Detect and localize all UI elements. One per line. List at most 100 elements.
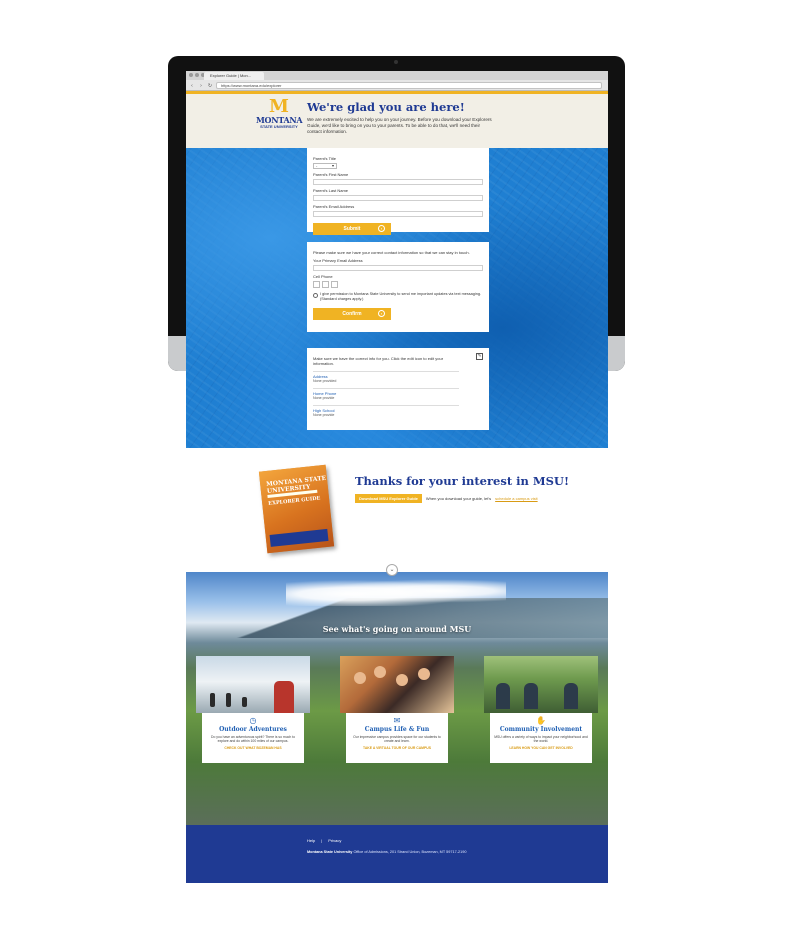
webcam: [394, 60, 398, 64]
explorer-guide-cover: MONTANA STATE UNIVERSITY EXPLORER GUIDE: [258, 464, 335, 554]
confirm-button[interactable]: Confirm ›: [313, 308, 391, 320]
download-row: Download MSU Explorer Guide When you dow…: [355, 494, 538, 503]
privacy-link[interactable]: Privacy: [328, 838, 341, 843]
footer-address: Montana State University Office of Admis…: [307, 850, 466, 854]
page-title: We're glad you are here!: [307, 100, 465, 114]
url-row: ‹ › ↻ https://www.montana.edu/explorer: [186, 81, 608, 90]
tile-link[interactable]: LEARN HOW YOU CAN GET INVOLVED: [494, 746, 588, 750]
hiker-figure: [274, 681, 294, 713]
confirm-label: Confirm: [342, 311, 362, 317]
scroll-down-icon[interactable]: ⌄: [386, 564, 398, 576]
ski-photo: [196, 656, 310, 713]
help-link[interactable]: Help: [307, 838, 315, 843]
monitor-chin-left: [168, 336, 186, 371]
parent-last-name-input[interactable]: [313, 195, 483, 201]
parent-email-label: Parent's Email Address: [313, 204, 355, 209]
person-figure: [524, 683, 538, 709]
info-intro: Make sure we have the correct info for y…: [313, 356, 444, 366]
tile-title: Campus Life & Fun: [364, 726, 430, 733]
community-photo: [484, 656, 598, 713]
arrow-right-icon: ›: [378, 225, 385, 232]
logo-mark: M: [269, 96, 289, 117]
stage: Explorer Guide | Mon... ‹ › ↻ https://ww…: [0, 0, 800, 947]
footer-divider: |: [321, 838, 323, 843]
parent-title-value: -: [316, 163, 318, 168]
submit-button[interactable]: Submit ›: [313, 223, 391, 235]
clouds-image: [286, 576, 506, 606]
student-face: [418, 668, 430, 680]
msu-logo[interactable]: M MONTANA STATE UNIVERSITY: [256, 96, 303, 130]
welcome-block: We're glad you are here! We are extremel…: [307, 100, 492, 135]
campus-heading: See what's going on around MSU: [322, 624, 472, 634]
skier-figure: [242, 697, 247, 707]
tile-community-involvement[interactable]: ✋ Community Involvement MSU offers a var…: [484, 656, 598, 763]
back-button[interactable]: ‹: [189, 83, 195, 89]
parent-first-label: Parent's First Name: [313, 172, 349, 177]
tile-body: ✉ Campus Life & Fun Our impressive campu…: [346, 713, 448, 763]
download-guide-button[interactable]: Download MSU Explorer Guide: [355, 494, 422, 503]
parent-first-name-input[interactable]: [313, 179, 483, 185]
student-face: [396, 674, 408, 686]
sms-consent[interactable]: I give permission to Montana State Unive…: [313, 292, 483, 302]
tile-campus-life[interactable]: ✉ Campus Life & Fun Our impressive campu…: [340, 656, 454, 763]
logo-sub: STATE UNIVERSITY: [260, 124, 298, 129]
parent-last-label: Parent's Last Name: [313, 188, 349, 193]
submit-label: Submit: [343, 226, 361, 232]
primary-email-input[interactable]: [313, 265, 483, 271]
info-item-home-phone: Home Phone None provide: [313, 388, 459, 400]
students-photo: [340, 656, 454, 713]
tile-link[interactable]: CHECK OUT WHAT BOZEMAN HAS: [206, 746, 300, 750]
skier-figure: [226, 693, 231, 707]
person-figure: [496, 683, 510, 709]
webpage: Explorer Guide | Mon... ‹ › ↻ https://ww…: [186, 71, 608, 883]
tile-desc: MSU offers a variety of ways to impact y…: [494, 735, 588, 744]
parent-form: Parent's Title - ▾ Parent's First Name Pa…: [307, 148, 489, 235]
cell-phone-label: Cell Phone: [313, 274, 333, 279]
footer-links: Help | Privacy: [307, 838, 341, 843]
thanks-heading: Thanks for your interest in MSU!: [355, 474, 570, 488]
guide-band: [269, 528, 329, 547]
sms-consent-text: I give permission to Montana State Unive…: [320, 292, 482, 301]
student-face: [374, 666, 386, 678]
compass-icon: ◷: [249, 716, 257, 725]
footer-address-text: Office of Admissions, 201 Strand Union, …: [353, 850, 467, 854]
handshake-icon: ✋: [536, 716, 546, 725]
contact-form: Please make sure we have your correct co…: [307, 242, 489, 332]
tile-body: ✋ Community Involvement MSU offers a var…: [490, 713, 592, 763]
person-figure: [564, 683, 578, 709]
parent-title-select[interactable]: - ▾: [313, 163, 337, 169]
tab-row: Explorer Guide | Mon...: [186, 71, 608, 80]
address-bar[interactable]: https://www.montana.edu/explorer: [216, 82, 602, 89]
browser-tab[interactable]: Explorer Guide | Mon...: [204, 72, 264, 80]
reload-button[interactable]: ↻: [207, 83, 213, 89]
monitor-chin-right: [607, 336, 625, 371]
footer: Help | Privacy Montana State University …: [186, 825, 608, 883]
parent-title-label: Parent's Title: [313, 156, 336, 161]
footer-org: Montana State University: [307, 850, 353, 854]
download-note: When you download your guide, let's: [425, 496, 492, 501]
tile-desc: Do you have an adventurous spirit? There…: [211, 735, 295, 744]
tile-title: Outdoor Adventures: [219, 726, 287, 733]
edit-icon[interactable]: ✎: [476, 353, 483, 360]
info-item-high-school: High School None provide: [313, 405, 459, 417]
tile-link[interactable]: TAKE A VIRTUAL TOUR OF OUR CAMPUS: [350, 746, 444, 750]
info-item-address: Address None provided: [313, 371, 459, 383]
contact-intro: Please make sure we have your correct co…: [313, 250, 470, 255]
info-value: None provided: [313, 379, 337, 383]
parent-email-input[interactable]: [313, 211, 483, 217]
map-section: Parent's Title - ▾ Parent's First Name Pa…: [186, 148, 608, 448]
guide-subtitle: EXPLORER GUIDE: [268, 495, 321, 507]
arrow-right-icon: ›: [378, 310, 385, 317]
tile-outdoor-adventures[interactable]: ◷ Outdoor Adventures Do you have an adve…: [196, 656, 310, 763]
tile-body: ◷ Outdoor Adventures Do you have an adve…: [202, 713, 304, 763]
window-controls[interactable]: [189, 73, 205, 77]
logo-name: MONTANA: [256, 115, 303, 125]
primary-email-label: Your Primary Email Address: [313, 258, 363, 263]
cell-phone-input[interactable]: [313, 281, 483, 288]
sms-consent-checkbox[interactable]: [313, 293, 318, 298]
tile-title: Community Involvement: [499, 726, 583, 733]
thanks-section: MONTANA STATE UNIVERSITY EXPLORER GUIDE …: [186, 448, 608, 576]
forward-button[interactable]: ›: [198, 83, 204, 89]
schedule-visit-link[interactable]: schedule a campus visit: [495, 496, 537, 501]
tile-desc: Our impressive campus provides space for…: [353, 735, 441, 744]
